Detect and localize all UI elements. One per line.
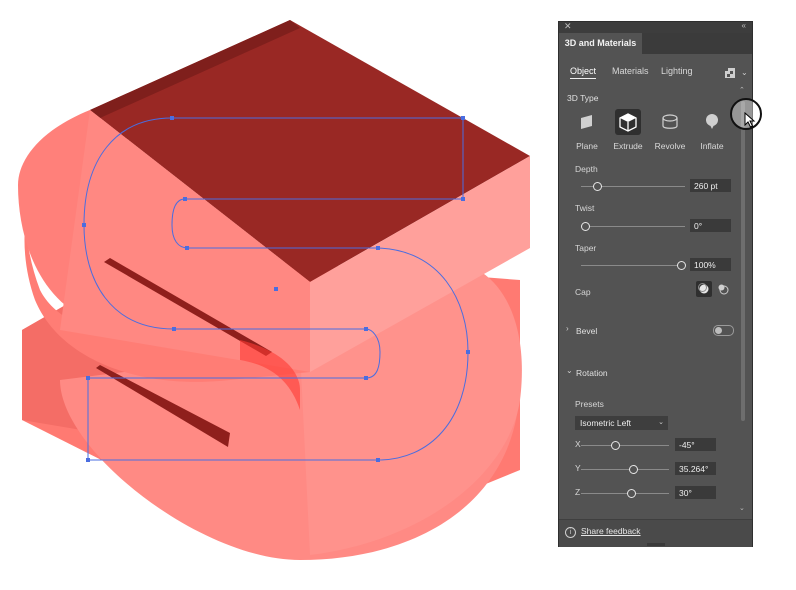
- presets-value: Isometric Left: [580, 418, 632, 428]
- depth-slider-thumb[interactable]: [593, 182, 602, 191]
- panel-footer: i Share feedback: [559, 519, 752, 547]
- rotation-y-slider-thumb[interactable]: [629, 465, 638, 474]
- cap-on-button[interactable]: [696, 281, 712, 297]
- toggle-knob: [715, 327, 722, 334]
- mouse-pointer-icon: [744, 112, 756, 128]
- share-feedback-link[interactable]: Share feedback: [581, 526, 641, 536]
- render-settings-icon[interactable]: [725, 68, 735, 78]
- twist-value-field[interactable]: 0°: [690, 219, 731, 232]
- close-icon[interactable]: ✕: [564, 21, 572, 32]
- 3d-extruded-s-artwork[interactable]: [0, 0, 556, 590]
- panel-titlebar: ✕ «: [559, 21, 752, 33]
- inflate-label: Inflate: [700, 141, 724, 151]
- rotation-x-value-field[interactable]: -45°: [675, 438, 716, 451]
- plane-button[interactable]: [574, 109, 600, 135]
- rotation-label[interactable]: Rotation: [576, 368, 608, 378]
- taper-slider-track[interactable]: [581, 265, 685, 266]
- depth-value-field[interactable]: 260 pt: [690, 179, 731, 192]
- plane-icon: [581, 115, 592, 129]
- panel-scrollbar[interactable]: [741, 101, 745, 421]
- artboard-canvas[interactable]: [0, 0, 556, 590]
- rotation-z-label: Z: [575, 487, 581, 497]
- cap-off-icon: [718, 284, 729, 295]
- info-icon: i: [565, 527, 576, 538]
- rotation-y-slider-track[interactable]: [581, 469, 669, 470]
- extrude-icon: [619, 113, 637, 132]
- twist-label: Twist: [575, 203, 595, 213]
- scroll-down-icon[interactable]: ⌄: [739, 504, 745, 512]
- chevron-down-icon[interactable]: ⌄: [741, 68, 748, 77]
- cap-on-icon: [698, 283, 709, 294]
- scroll-up-icon[interactable]: ⌃: [739, 86, 745, 94]
- panel-tab-row: 3D and Materials: [559, 33, 752, 54]
- twist-slider-thumb[interactable]: [581, 222, 590, 231]
- revolve-label: Revolve: [654, 141, 686, 151]
- panel-resize-grip[interactable]: [647, 543, 665, 546]
- rotation-x-label: X: [575, 439, 581, 449]
- taper-slider-thumb[interactable]: [677, 261, 686, 270]
- chevron-down-icon[interactable]: ⌄: [566, 366, 573, 375]
- extrude-label: Extrude: [613, 141, 643, 151]
- inflate-button[interactable]: [699, 109, 725, 135]
- extrude-button[interactable]: [615, 109, 641, 135]
- rotation-x-slider-track[interactable]: [581, 445, 669, 446]
- subtab-materials[interactable]: Materials: [612, 66, 649, 76]
- rotation-z-slider-thumb[interactable]: [627, 489, 636, 498]
- tab-3d-and-materials[interactable]: 3D and Materials: [559, 33, 642, 54]
- chevron-down-icon: ⌄: [658, 419, 664, 426]
- rotation-y-value-field[interactable]: 35.264°: [675, 462, 716, 475]
- subtab-bar: Object Materials Lighting: [570, 66, 740, 82]
- revolve-icon: [662, 114, 678, 129]
- taper-label: Taper: [575, 243, 597, 253]
- cap-off-button[interactable]: [715, 281, 731, 297]
- revolve-button[interactable]: [657, 109, 683, 135]
- collapse-panel-icon[interactable]: «: [742, 21, 746, 30]
- bevel-toggle[interactable]: [713, 325, 734, 336]
- presets-label: Presets: [575, 399, 604, 409]
- inflate-icon: [706, 114, 718, 129]
- plane-label: Plane: [576, 141, 598, 151]
- 3d-type-heading: 3D Type: [567, 93, 599, 103]
- subtab-object[interactable]: Object: [570, 66, 597, 79]
- chevron-right-icon[interactable]: ›: [566, 324, 569, 333]
- rotation-x-slider-thumb[interactable]: [611, 441, 620, 450]
- cap-label: Cap: [575, 287, 591, 297]
- subtab-lighting[interactable]: Lighting: [661, 66, 693, 76]
- presets-dropdown[interactable]: Isometric Left ⌄: [575, 416, 668, 430]
- taper-value-field[interactable]: 100%: [690, 258, 731, 271]
- twist-slider-track[interactable]: [581, 226, 685, 227]
- bevel-label[interactable]: Bevel: [576, 326, 597, 336]
- rotation-z-slider-track[interactable]: [581, 493, 669, 494]
- rotation-y-label: Y: [575, 463, 581, 473]
- rotation-z-value-field[interactable]: 30°: [675, 486, 716, 499]
- depth-label: Depth: [575, 164, 598, 174]
- 3d-and-materials-panel: ✕ « 3D and Materials Object Materials Li…: [558, 21, 753, 547]
